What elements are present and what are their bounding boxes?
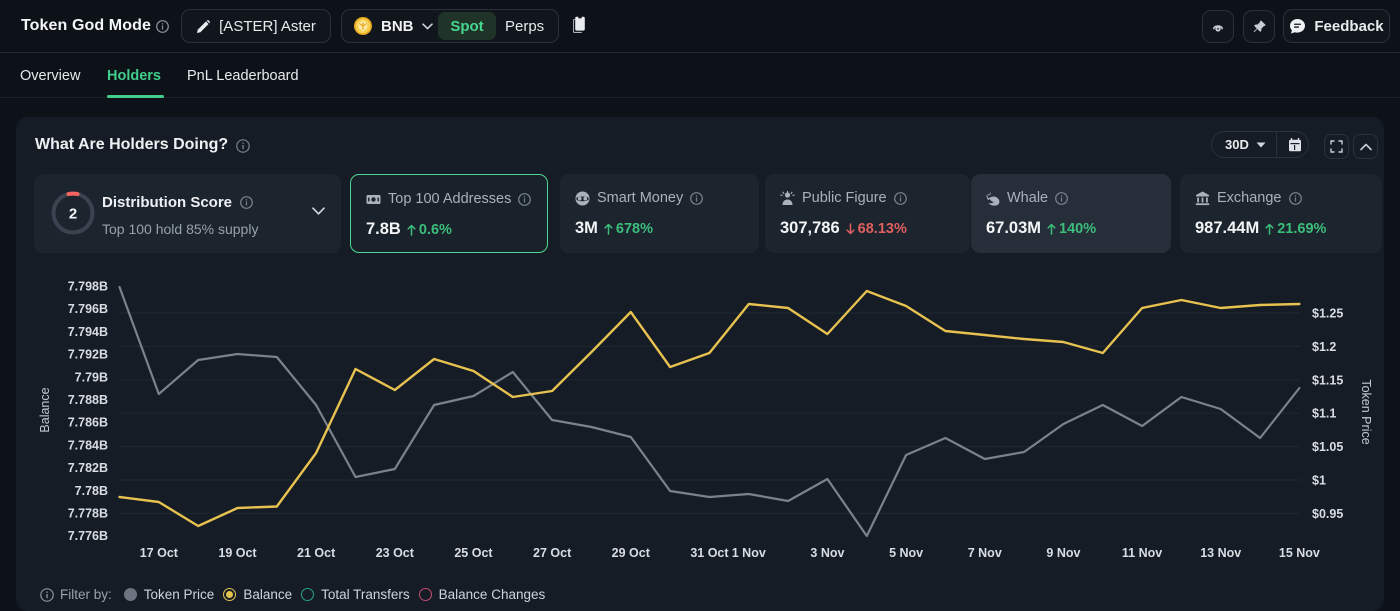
svg-text:13 Nov: 13 Nov [1200,546,1241,560]
svg-text:7.778B: 7.778B [68,507,108,521]
svg-text:Token Price: Token Price [1359,379,1373,444]
svg-text:2: 2 [69,206,77,223]
svg-text:17 Oct: 17 Oct [140,546,179,560]
svg-text:7.79B: 7.79B [75,370,108,384]
svg-text:27 Oct: 27 Oct [533,546,572,560]
svg-text:$1: $1 [1312,474,1326,488]
svg-text:$1.1: $1.1 [1312,407,1336,421]
svg-text:3 Nov: 3 Nov [810,546,844,560]
svg-text:19 Oct: 19 Oct [218,546,257,560]
svg-text:$0.95: $0.95 [1312,507,1343,521]
svg-text:7.798B: 7.798B [68,280,108,294]
svg-text:15 Nov: 15 Nov [1279,546,1320,560]
svg-text:7.784B: 7.784B [68,438,108,452]
svg-text:$1.05: $1.05 [1312,440,1343,454]
svg-text:7.796B: 7.796B [68,302,108,316]
svg-text:29 Oct: 29 Oct [612,546,651,560]
svg-text:7 Nov: 7 Nov [968,546,1002,560]
svg-text:7.788B: 7.788B [68,393,108,407]
svg-text:$1.15: $1.15 [1312,373,1343,387]
svg-text:5 Nov: 5 Nov [889,546,923,560]
svg-text:7.786B: 7.786B [68,416,108,430]
svg-text:7.794B: 7.794B [68,325,108,339]
svg-text:25 Oct: 25 Oct [454,546,493,560]
svg-text:9 Nov: 9 Nov [1046,546,1080,560]
svg-text:7.776B: 7.776B [68,529,108,543]
svg-text:11 Nov: 11 Nov [1122,546,1162,560]
svg-text:23 Oct: 23 Oct [376,546,415,560]
svg-text:21 Oct: 21 Oct [297,546,336,560]
svg-text:7.782B: 7.782B [68,461,108,475]
svg-text:$1.25: $1.25 [1312,307,1343,321]
svg-text:7.792B: 7.792B [68,348,108,362]
svg-text:31 Oct: 31 Oct [690,546,729,560]
svg-text:1 Nov: 1 Nov [732,546,766,560]
svg-text:$1.2: $1.2 [1312,340,1336,354]
svg-text:Balance: Balance [38,387,52,432]
svg-text:7.78B: 7.78B [75,484,108,498]
